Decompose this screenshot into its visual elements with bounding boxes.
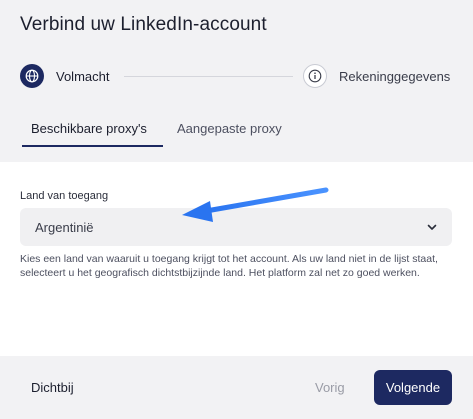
connect-linkedin-dialog: Verbind uw LinkedIn-account Volmacht Rek… [0, 0, 473, 419]
stepper-connector [124, 76, 293, 77]
next-button[interactable]: Volgende [374, 370, 452, 405]
step-proxy-label: Volmacht [56, 69, 110, 84]
country-select-value: Argentinië [35, 220, 94, 235]
tab-custom-proxy[interactable]: Aangepaste proxy [177, 121, 282, 146]
close-button[interactable]: Dichtbij [31, 380, 74, 395]
previous-button[interactable]: Vorig [315, 380, 345, 395]
country-help-text: Kies een land van waaruit u toegang krij… [20, 253, 438, 279]
dialog-title: Verbind uw LinkedIn-account [20, 14, 267, 35]
country-select[interactable]: Argentinië [20, 208, 452, 246]
step-account-details-label: Rekeninggegevens [339, 69, 451, 84]
chevron-down-icon [427, 224, 437, 230]
tab-available-proxies[interactable]: Beschikbare proxy's [22, 121, 163, 147]
globe-icon [20, 64, 44, 88]
country-field-label: Land van toegang [20, 190, 109, 202]
info-icon [303, 64, 327, 88]
